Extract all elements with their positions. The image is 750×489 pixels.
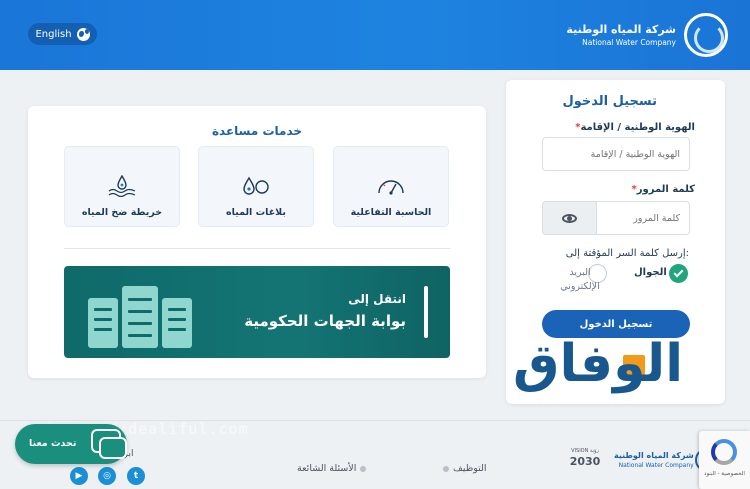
id-label: *الهوية الوطنية / الإقامة bbox=[575, 122, 695, 133]
recaptcha-badge[interactable]: الخصوصية - البنود bbox=[699, 431, 750, 489]
vision-2030-logo: VISION رؤية 2030 bbox=[569, 448, 601, 468]
government-portal-banner[interactable]: انتقل إلى بوابة الجهات الحكومية bbox=[64, 266, 450, 358]
chat-label: تحدث معنا bbox=[29, 438, 77, 449]
check-icon bbox=[673, 267, 684, 278]
chat-bubble-icon bbox=[99, 437, 127, 459]
server-icon bbox=[162, 298, 192, 348]
water-report-icon bbox=[243, 176, 269, 195]
server-icon bbox=[122, 286, 158, 348]
service-label: بلاغات المياه bbox=[226, 207, 286, 218]
send-temp-password-label: إرسل كلمة السر المؤقتة إلى: bbox=[565, 248, 689, 259]
footer-brand[interactable]: شركة المياه الوطنية National Water Compa… bbox=[614, 450, 694, 470]
lang-label: English bbox=[35, 28, 72, 40]
email-option-label: البريد الإلكتروني bbox=[560, 267, 600, 292]
server-icon bbox=[88, 298, 118, 348]
mobile-option-label: الجوال bbox=[634, 267, 667, 278]
password-label: *كلمة المرور bbox=[631, 184, 695, 195]
service-water-pump-map[interactable]: خريطة ضخ المياه bbox=[64, 146, 180, 227]
service-water-reports[interactable]: بلاغات المياه bbox=[198, 146, 314, 227]
services-title: خدمات مساعدة bbox=[211, 124, 303, 138]
service-label: خريطة ضخ المياه bbox=[81, 207, 163, 218]
footer-link-jobs[interactable]: التوظيف bbox=[443, 463, 487, 474]
twitter-icon[interactable]: t bbox=[127, 467, 145, 485]
banner-accent-bar bbox=[424, 286, 428, 338]
brand-logo[interactable]: شركة المياه الوطنية National Water Compa… bbox=[566, 13, 728, 57]
language-toggle-button[interactable]: English bbox=[28, 23, 97, 45]
chat-with-us-button[interactable]: تحدث معنا bbox=[15, 424, 127, 464]
instagram-icon[interactable]: ◎ bbox=[98, 467, 116, 485]
gauge-icon bbox=[378, 180, 404, 195]
top-header: English شركة المياه الوطنية National Wat… bbox=[0, 0, 750, 70]
brand-name-en: National Water Company bbox=[582, 37, 676, 47]
bullet-icon bbox=[360, 465, 367, 472]
youtube-icon[interactable]: ▶ bbox=[70, 467, 88, 485]
recaptcha-icon bbox=[711, 439, 737, 465]
bullet-icon bbox=[443, 465, 449, 472]
service-interactive-calculator[interactable]: الحاسبة التفاعلية bbox=[333, 146, 449, 227]
login-title: تسجيل الدخول bbox=[562, 94, 657, 109]
divider bbox=[64, 248, 450, 249]
service-label: الحاسبة التفاعلية bbox=[350, 207, 432, 218]
water-map-icon bbox=[108, 175, 136, 197]
brand-name-ar: شركة المياه الوطنية bbox=[566, 22, 676, 36]
help-services-card: خدمات مساعدة الحاسبة التفاعلية بلاغات ال… bbox=[28, 106, 486, 378]
login-card: تسجيل الدخول *الهوية الوطنية / الإقامة *… bbox=[506, 80, 725, 404]
show-password-button[interactable] bbox=[542, 201, 596, 235]
company-logo-icon bbox=[684, 13, 728, 57]
eye-icon bbox=[562, 213, 577, 223]
footer-link-faq[interactable]: الأسئلة الشائعة bbox=[297, 463, 367, 474]
id-input[interactable] bbox=[542, 137, 690, 171]
gov-portal-title: بوابة الجهات الحكومية bbox=[244, 312, 406, 330]
mobile-radio[interactable] bbox=[669, 264, 688, 283]
globe-icon bbox=[76, 27, 90, 41]
password-input[interactable] bbox=[596, 201, 690, 235]
recaptcha-terms: الخصوصية - البنود bbox=[704, 471, 745, 477]
gov-portal-intro: انتقل إلى bbox=[348, 292, 406, 306]
login-button[interactable]: تسجيل الدخول bbox=[542, 310, 690, 338]
